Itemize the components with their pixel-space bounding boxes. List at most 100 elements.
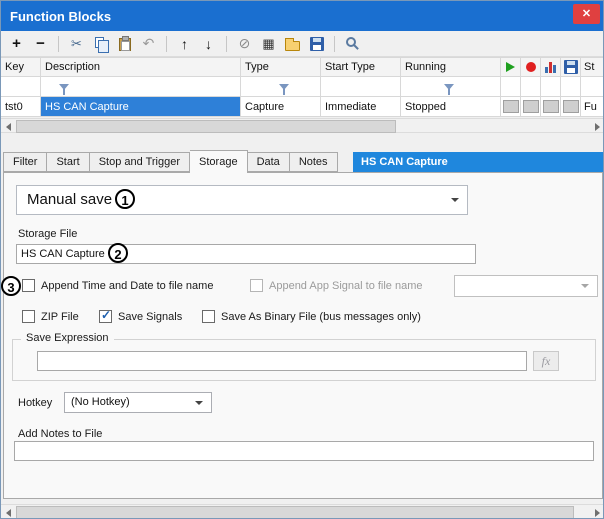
- undo-icon[interactable]: ↶: [138, 33, 159, 54]
- close-icon: ✕: [582, 8, 591, 20]
- column-header-partial[interactable]: St: [581, 58, 604, 76]
- column-header-key[interactable]: Key: [1, 58, 41, 76]
- save-expression-label: Save Expression: [21, 332, 114, 344]
- save-mode-value: Manual save: [17, 186, 467, 214]
- move-down-icon[interactable]: ↓: [198, 33, 219, 54]
- scroll-right-icon[interactable]: [590, 119, 604, 134]
- filter-cell-key[interactable]: [1, 77, 41, 96]
- tab-bar: Filter Start Stop and Trigger Storage Da…: [3, 152, 338, 173]
- save-button[interactable]: [563, 100, 579, 113]
- hotkey-select[interactable]: (No Hotkey): [64, 392, 212, 413]
- filter-funnel-type-icon[interactable]: [279, 84, 289, 90]
- function-blocks-grid: Key Description Type Start Type Running …: [1, 57, 604, 117]
- filter-funnel-running-icon[interactable]: [444, 84, 454, 90]
- close-button[interactable]: ✕: [573, 4, 600, 24]
- record-button[interactable]: [523, 100, 539, 113]
- column-header-record[interactable]: [521, 58, 541, 76]
- add-icon[interactable]: +: [6, 33, 27, 54]
- tab-storage[interactable]: Storage: [190, 150, 248, 173]
- cut-icon[interactable]: ✂: [66, 33, 87, 54]
- storage-file-label: Storage File: [18, 228, 77, 240]
- bottom-horizontal-scrollbar[interactable]: [1, 504, 604, 519]
- chevron-down-icon: [581, 284, 589, 288]
- save-mode-select[interactable]: Manual save: [16, 185, 468, 215]
- filter-cell-icon[interactable]: [501, 77, 521, 96]
- chevron-down-icon: [451, 198, 459, 202]
- bottom-scrollbar-thumb[interactable]: [16, 506, 574, 519]
- save-signals-checkbox[interactable]: ✓: [99, 310, 112, 323]
- grid-header-row: Key Description Type Start Type Running …: [1, 57, 604, 77]
- tab-notes[interactable]: Notes: [290, 152, 338, 172]
- append-app-signal-checkbox[interactable]: [250, 279, 263, 292]
- zip-file-label: ZIP File: [41, 311, 79, 323]
- storage-file-input[interactable]: [16, 244, 476, 264]
- save-expression-input[interactable]: [37, 351, 527, 371]
- toolbar-separator: [58, 36, 59, 52]
- grid-scrollbar-thumb[interactable]: [16, 120, 396, 133]
- append-time-label: Append Time and Date to file name: [41, 280, 213, 292]
- play-icon: [506, 62, 515, 72]
- tab-data[interactable]: Data: [248, 152, 290, 172]
- save-as-binary-checkbox[interactable]: [202, 310, 215, 323]
- column-header-running[interactable]: Running: [401, 58, 501, 76]
- annotation-step-2: 2: [108, 243, 128, 263]
- row-save-button-cell[interactable]: [561, 97, 581, 116]
- row-running-cell[interactable]: Stopped: [401, 97, 501, 116]
- scroll-right-icon[interactable]: [590, 505, 604, 519]
- save-signals-label: Save Signals: [118, 311, 182, 323]
- column-header-start[interactable]: [501, 58, 521, 76]
- row-description-cell[interactable]: HS CAN Capture: [41, 97, 241, 116]
- grid-filter-row: [1, 77, 604, 97]
- scroll-left-icon[interactable]: [1, 119, 16, 134]
- column-header-description[interactable]: Description: [41, 58, 241, 76]
- column-header-type[interactable]: Type: [241, 58, 321, 76]
- chart-icon: [545, 61, 556, 73]
- row-record-button-cell[interactable]: [521, 97, 541, 116]
- filter-cell-icon[interactable]: [561, 77, 581, 96]
- titlebar[interactable]: Function Blocks ✕: [1, 1, 603, 31]
- filter-cell-description[interactable]: [41, 77, 241, 96]
- row-graph-button-cell[interactable]: [541, 97, 561, 116]
- zoom-icon[interactable]: [342, 33, 363, 54]
- filter-cell-icon[interactable]: [521, 77, 541, 96]
- row-start-button-cell[interactable]: [501, 97, 521, 116]
- copy-icon[interactable]: [90, 33, 111, 54]
- paste-icon[interactable]: [114, 33, 135, 54]
- column-header-start-type[interactable]: Start Type: [321, 58, 401, 76]
- hotkey-label: Hotkey: [18, 397, 52, 409]
- tab-start[interactable]: Start: [47, 152, 89, 172]
- save-icon[interactable]: [306, 33, 327, 54]
- open-folder-icon[interactable]: [282, 33, 303, 54]
- row-key-cell[interactable]: tst0: [1, 97, 41, 116]
- grid-horizontal-scrollbar[interactable]: [1, 118, 604, 133]
- app-signal-select[interactable]: [454, 275, 598, 297]
- window-title: Function Blocks: [1, 9, 111, 24]
- move-up-icon[interactable]: ↑: [174, 33, 195, 54]
- graph-button[interactable]: [543, 100, 559, 113]
- column-header-graph[interactable]: [541, 58, 561, 76]
- column-header-save[interactable]: [561, 58, 581, 76]
- start-button[interactable]: [503, 100, 519, 113]
- scroll-left-icon[interactable]: [1, 505, 16, 519]
- disable-icon[interactable]: ⊘: [234, 33, 255, 54]
- tab-filter[interactable]: Filter: [3, 152, 47, 172]
- tab-stop-and-trigger[interactable]: Stop and Trigger: [90, 152, 190, 172]
- zip-file-checkbox[interactable]: [22, 310, 35, 323]
- row-type-cell[interactable]: Capture: [241, 97, 321, 116]
- function-blocks-window: Function Blocks ✕ + − ✂ ↶ ↑ ↓ ⊘ ▦ Key De…: [0, 0, 604, 519]
- add-notes-input[interactable]: [14, 441, 594, 461]
- remove-icon[interactable]: −: [30, 33, 51, 54]
- filter-cell-icon[interactable]: [541, 77, 561, 96]
- filter-funnel-description-icon[interactable]: [59, 84, 69, 90]
- fx-expression-button[interactable]: fx: [533, 351, 559, 371]
- tile-icon[interactable]: ▦: [258, 33, 279, 54]
- append-time-checkbox[interactable]: [22, 279, 35, 292]
- row-start-type-cell[interactable]: Immediate: [321, 97, 401, 116]
- filter-cell-start-type[interactable]: [321, 77, 401, 96]
- annotation-step-3: 3: [1, 276, 21, 296]
- filter-cell-partial[interactable]: [581, 77, 604, 96]
- table-row[interactable]: tst0 HS CAN Capture Capture Immediate St…: [1, 97, 604, 117]
- row-partial-cell[interactable]: Fu: [581, 97, 604, 116]
- append-app-signal-label: Append App Signal to file name: [269, 280, 423, 292]
- selected-block-title: HS CAN Capture: [353, 152, 603, 172]
